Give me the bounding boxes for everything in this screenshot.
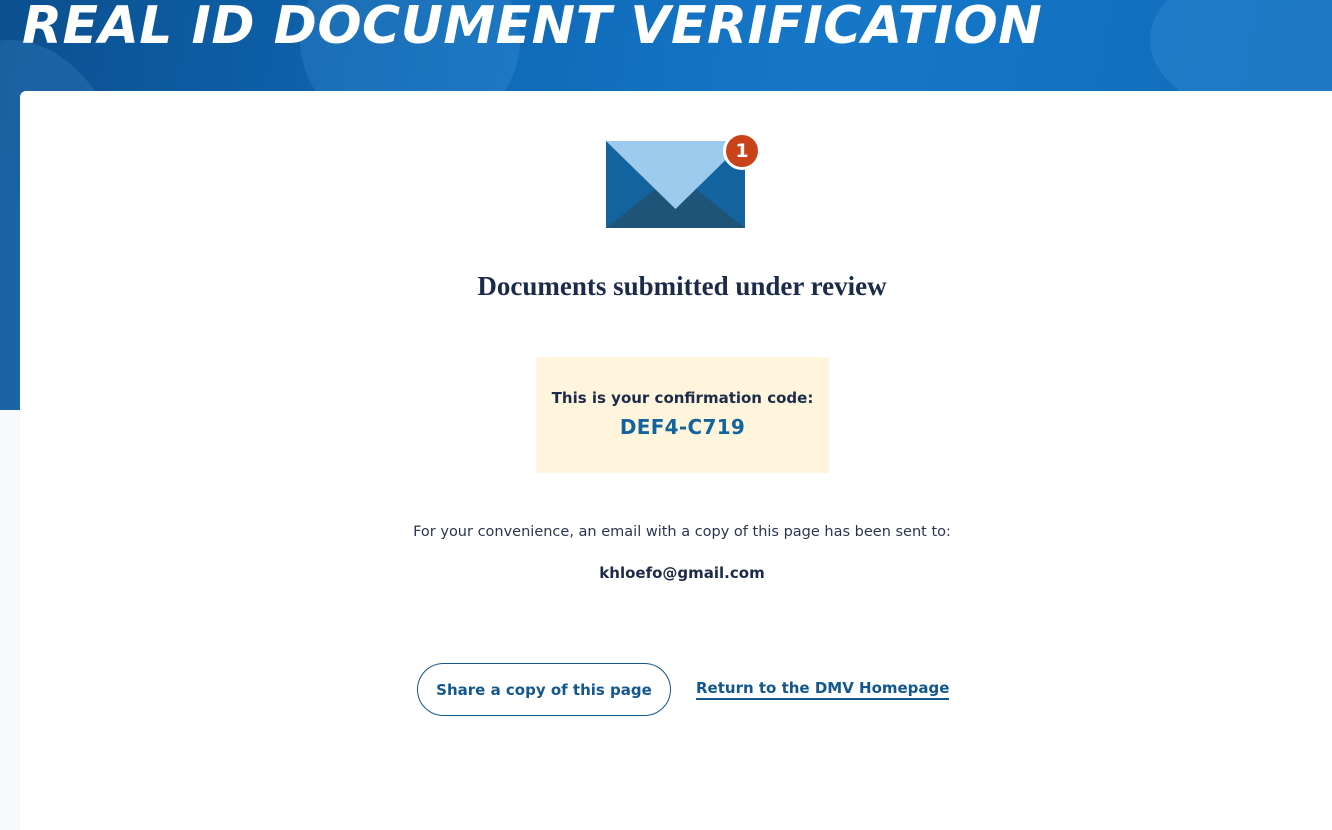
share-page-button[interactable]: Share a copy of this page bbox=[417, 663, 671, 716]
notification-badge: 1 bbox=[723, 132, 761, 170]
status-heading: Documents submitted under review bbox=[477, 271, 887, 301]
dmv-homepage-link[interactable]: Return to the DMV Homepage bbox=[696, 679, 950, 700]
confirmation-card: 1 Documents submitted under review This … bbox=[20, 91, 1332, 830]
notification-graphic: 1 bbox=[606, 132, 766, 232]
confirmation-code-box: This is your confirmation code: DEF4-C71… bbox=[536, 357, 829, 473]
email-notice-text: For your convenience, an email with a co… bbox=[413, 524, 951, 540]
confirmation-code-label: This is your confirmation code: bbox=[551, 389, 814, 407]
page-title: REAL ID DOCUMENT VERIFICATION bbox=[22, 0, 1043, 56]
email-address: khloefo@gmail.com bbox=[599, 564, 765, 582]
confirmation-code: DEF4-C719 bbox=[619, 415, 746, 439]
